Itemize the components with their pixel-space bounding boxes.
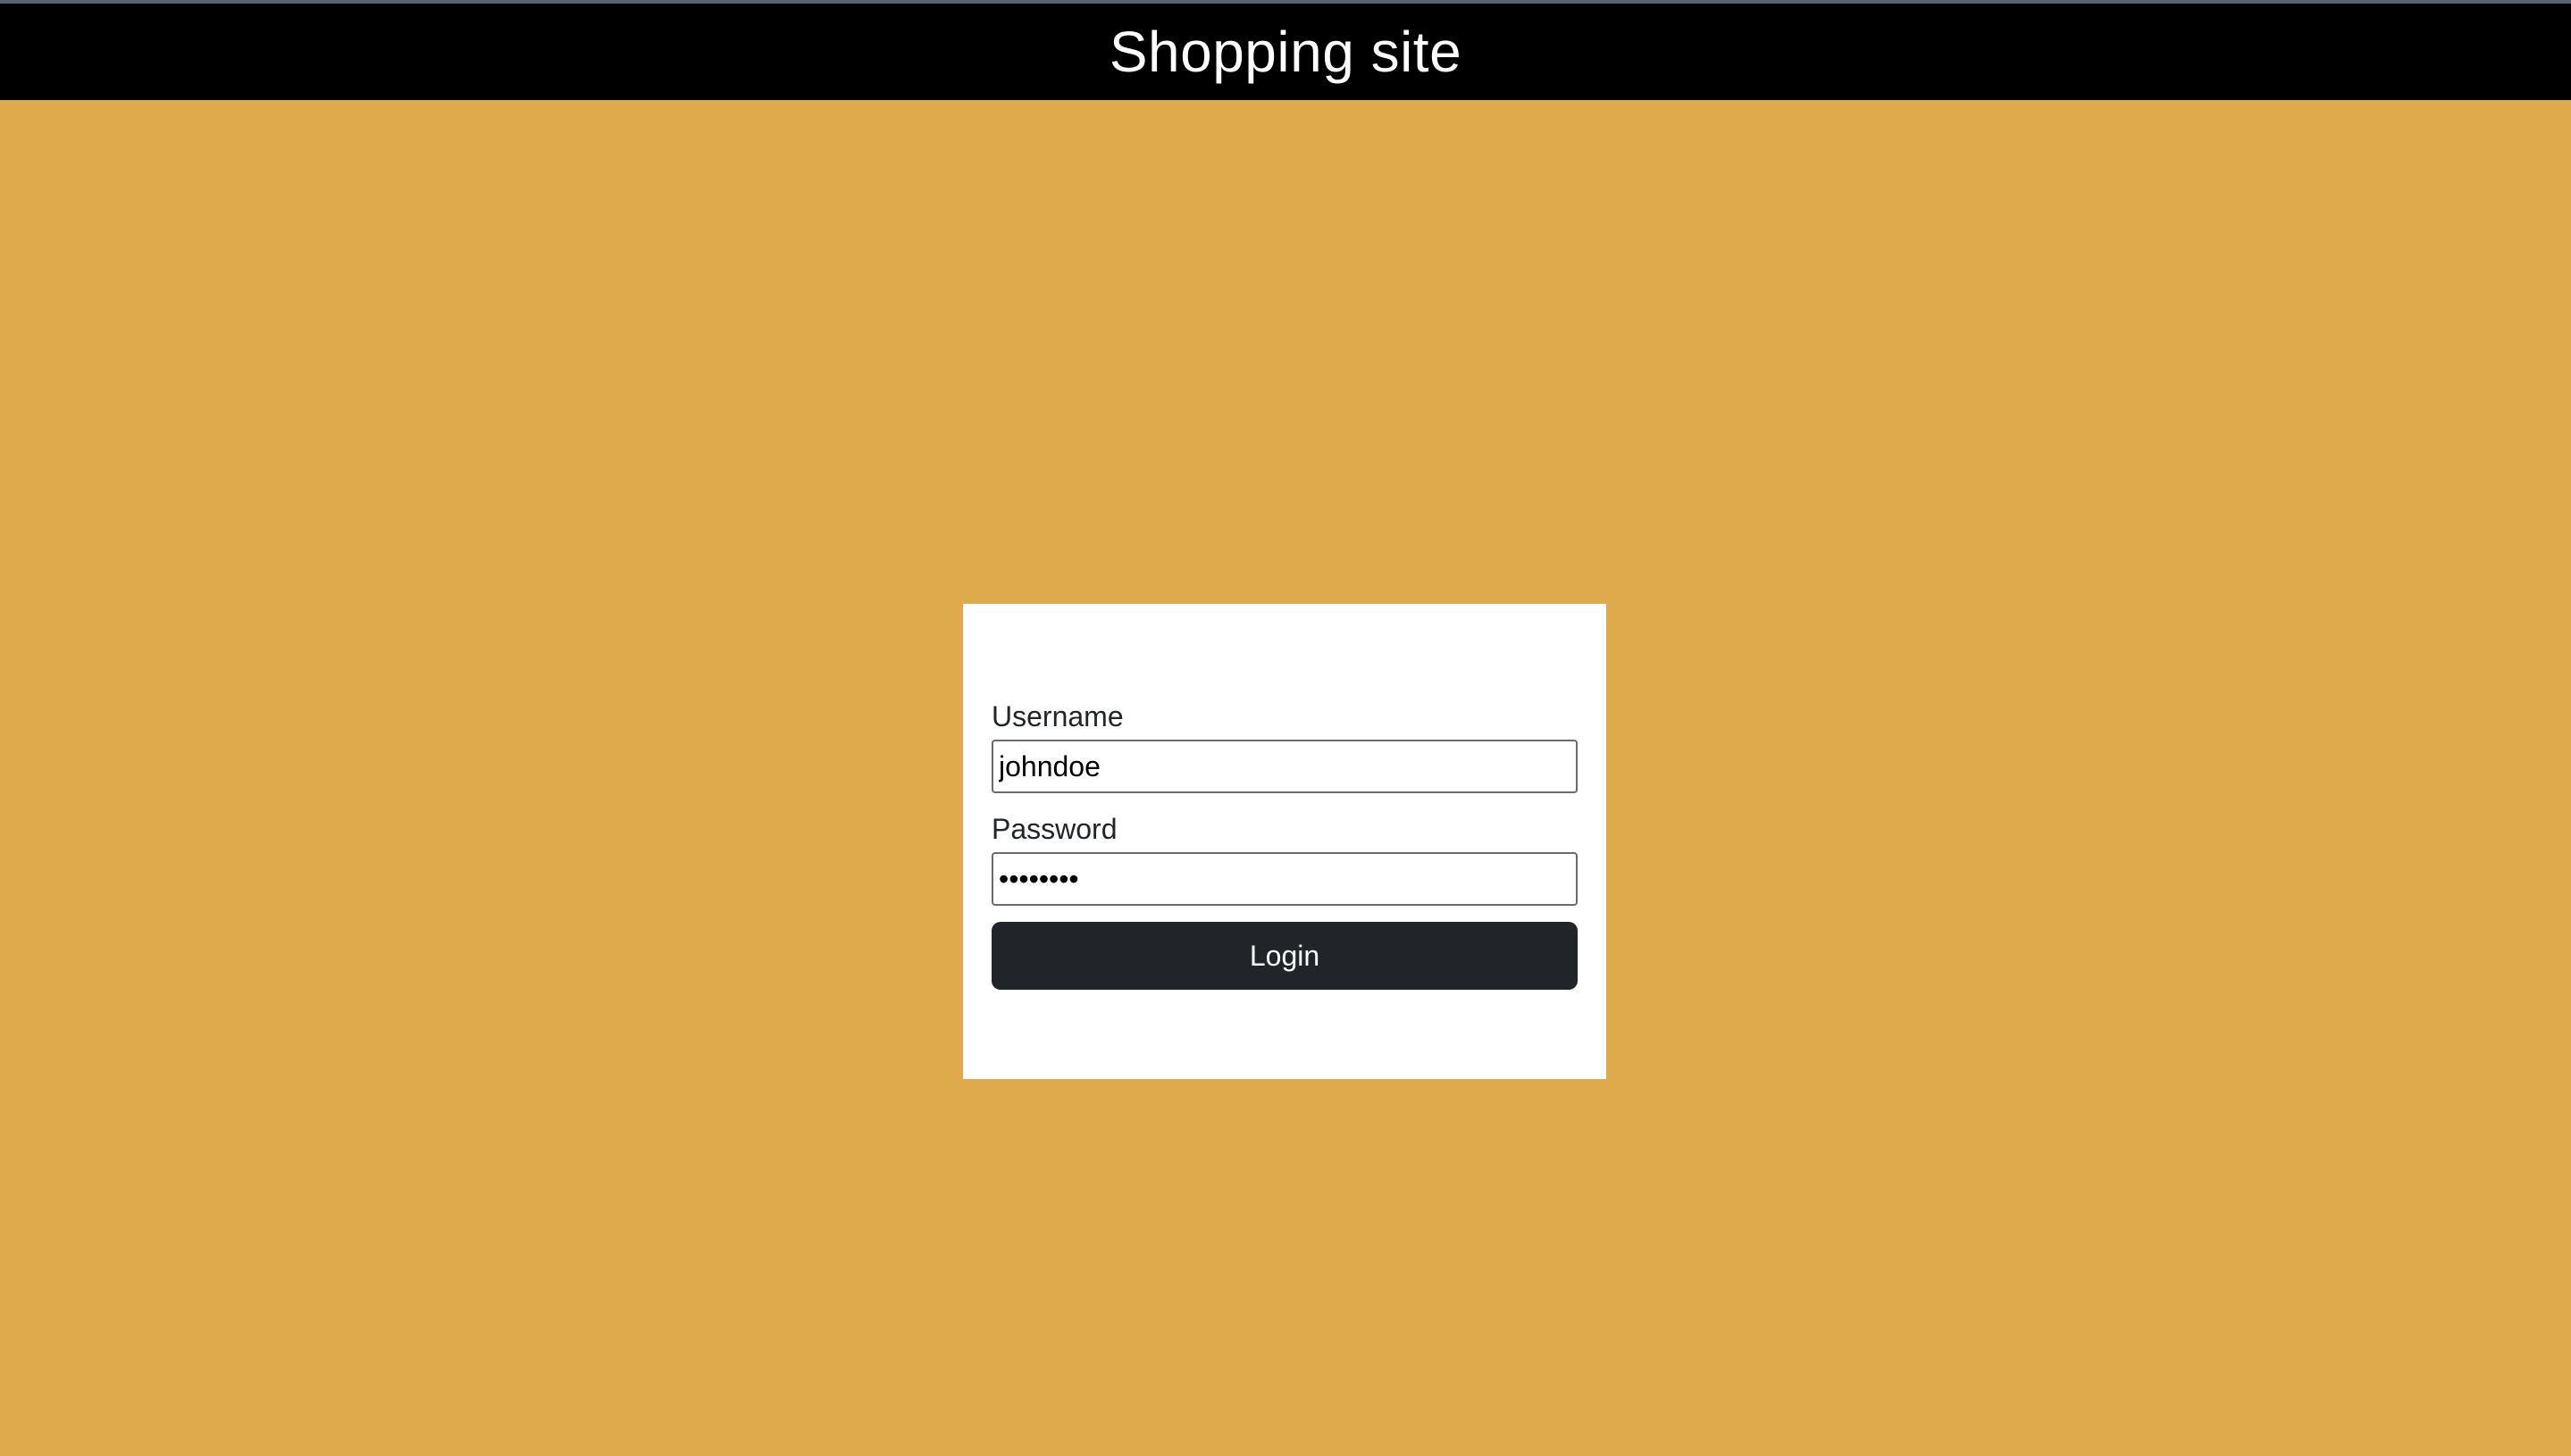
login-card: Username Password Login (963, 604, 1606, 1079)
password-input[interactable] (992, 852, 1578, 906)
password-group: Password (992, 815, 1578, 906)
site-header: Shopping site (0, 4, 2571, 100)
password-label: Password (992, 813, 1118, 845)
username-label: Username (992, 700, 1124, 732)
username-input[interactable] (992, 740, 1578, 793)
username-group: Username (992, 702, 1578, 793)
login-button[interactable]: Login (992, 922, 1578, 990)
site-title: Shopping site (1109, 20, 1462, 84)
